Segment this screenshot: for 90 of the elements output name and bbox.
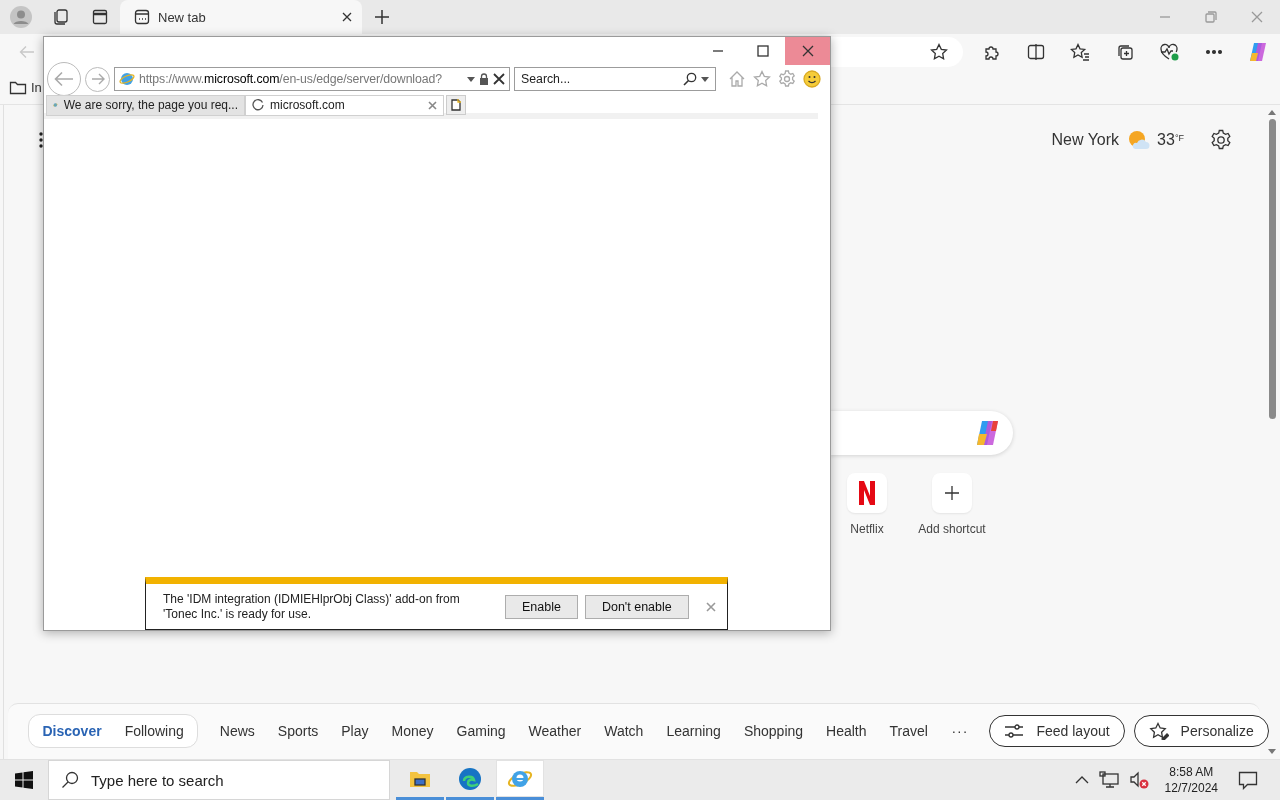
clock-time[interactable]: 8:58 AM [1169,765,1214,779]
sun-cloud-icon [1127,129,1152,151]
feed-tab[interactable]: Play [329,714,380,747]
new-tab-icon [451,99,461,111]
feed-tab[interactable]: Sports [266,714,330,747]
page-icon [134,9,150,25]
browser-tab[interactable]: We are sorry, the page you req... [46,94,245,116]
settings-icon[interactable] [1210,129,1232,151]
dropdown-caret-icon[interactable] [701,76,709,82]
search-placeholder: Type here to search [91,771,224,789]
network-icon[interactable] [1098,771,1119,789]
feed-tab[interactable]: Travel [878,714,940,747]
forward-arrow-icon [90,73,105,85]
start-icon[interactable] [15,771,33,789]
url-text: https://www.microsoft.com/en-us/edge/server/download? [139,72,443,86]
feed-tab[interactable]: News [208,714,267,747]
search-box[interactable] [830,411,1013,455]
collections-icon[interactable] [1115,43,1134,61]
profile-avatar-icon[interactable] [10,6,32,28]
scrollbar-thumb[interactable] [1268,119,1276,419]
plus-icon [944,485,960,501]
search-icon [61,771,79,789]
search-placeholder: Search... [521,72,572,86]
feed-button[interactable]: Personalize [1133,714,1269,747]
shortcut-label: Netflix [850,522,884,536]
search-field[interactable]: Search... [514,67,716,91]
lock-icon [479,73,489,85]
feed-tab[interactable]: Health [814,714,879,747]
muted-speaker-icon[interactable] [1128,771,1149,789]
sliders-icon [1004,722,1025,739]
wave-logo-icon [458,766,482,791]
shortcut-tile[interactable] [847,473,887,513]
address-field[interactable]: https://www.microsoft.com/en-us/edge/server/download? [114,67,510,91]
folder-icon[interactable] [9,79,27,95]
close-icon [801,45,814,57]
scroll-down-icon[interactable] [1267,749,1277,755]
page-logo-icon [119,71,135,87]
tab-title: We are sorry, the page you req... [63,98,238,112]
feed-tab[interactable]: Following [113,714,196,747]
notification-button[interactable]: Enable [505,594,578,619]
tab-actions-icon[interactable] [52,8,70,26]
feed-tab[interactable]: Discover [31,714,114,747]
new-tab-icon[interactable] [374,9,390,25]
favorites-item[interactable]: In [31,79,42,95]
smiley-icon[interactable] [803,70,821,88]
letter-n-logo-icon [857,480,877,506]
maximize-icon[interactable] [756,45,769,57]
chevron-up-icon[interactable] [1074,776,1089,784]
feed-tab[interactable]: Weather [517,714,593,747]
feed-toggle[interactable]: Discover Following [28,713,199,748]
extensions-icon[interactable] [982,43,1001,61]
back-arrow-icon [54,71,74,87]
notifications-icon[interactable] [1238,770,1258,790]
feed-button[interactable]: Feed layout [989,714,1125,747]
notification-button[interactable]: Don't enable [584,594,689,619]
tab-title: New tab [158,9,207,25]
more-topics[interactable]: ··· [939,714,981,747]
taskbar-app[interactable] [496,760,544,800]
stop-icon[interactable] [493,73,505,85]
taskbar-search-field[interactable]: Type here to search [48,760,390,800]
favorites-list-icon[interactable] [1070,43,1091,61]
notification-message: The 'IDM integration (IDMIEHlprObj Class)' add-on from 'Tonec Inc.' is ready for use. [163,591,461,622]
temperature-unit: °F [1174,133,1184,143]
weather-city[interactable]: New York [1051,131,1120,149]
browser-tab[interactable]: microsoft.com [245,94,444,116]
kebab-menu-icon[interactable] [39,132,43,148]
more-options-icon[interactable] [1204,49,1223,55]
tab-title: microsoft.com [270,98,346,112]
scroll-up-icon[interactable] [1267,109,1277,115]
search-icon [683,72,697,86]
shortcut-tile[interactable] [932,473,972,513]
feed-tab[interactable]: Learning [654,714,733,747]
favorite-star-icon[interactable] [929,43,948,61]
shortcut-label: Add shortcut [918,522,986,536]
heart-pulse-icon[interactable] [1159,43,1180,61]
feed-tab[interactable]: Money [380,714,446,747]
feed-tab[interactable]: Gaming [445,714,518,747]
vertical-tabs-icon[interactable] [92,9,108,25]
temperature: 33 [1157,131,1175,149]
close-icon[interactable] [342,12,352,22]
feed-tab[interactable]: Shopping [732,714,815,747]
new-tab-button[interactable] [446,95,466,115]
favorites-star-icon[interactable] [753,70,771,88]
loading-spinner-icon [252,99,264,111]
feed-tab[interactable]: Watch [592,714,655,747]
split-screen-icon[interactable] [1027,43,1046,61]
star-pencil-icon [1148,721,1169,740]
dropdown-caret-icon[interactable] [467,76,475,82]
browser-tab[interactable]: New tab [120,0,362,34]
clock-date[interactable]: 12/7/2024 [1164,781,1218,795]
